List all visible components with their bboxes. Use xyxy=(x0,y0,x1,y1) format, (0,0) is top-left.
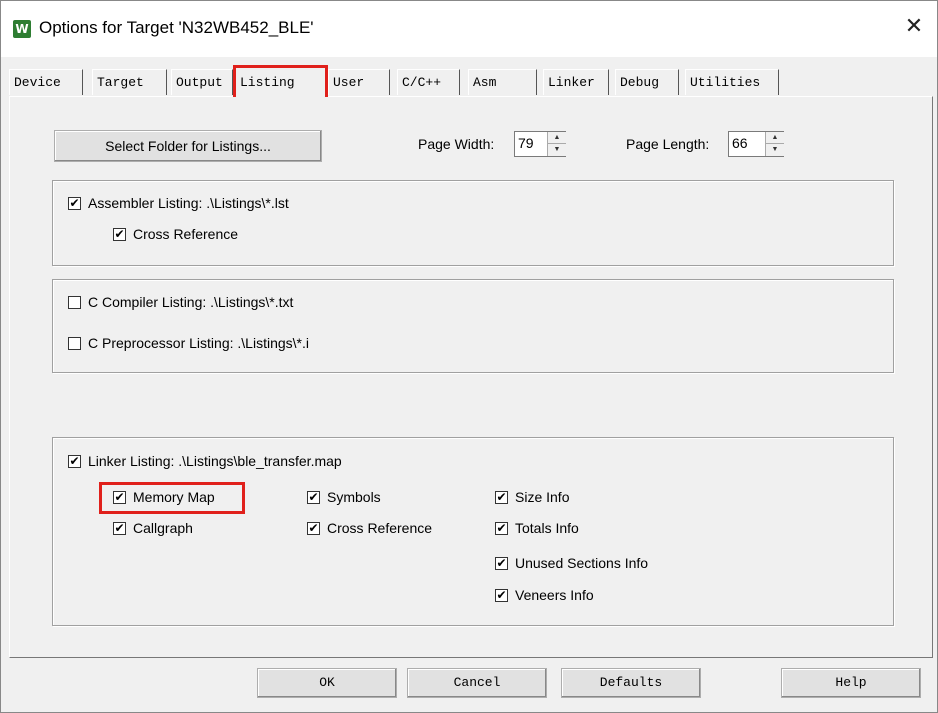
tab-debug[interactable]: Debug xyxy=(615,69,679,95)
page-width-spinner[interactable]: 79 ▲ ▼ xyxy=(514,131,566,157)
spin-down-icon[interactable]: ▼ xyxy=(548,144,566,156)
page-length-spinner[interactable]: 66 ▲ ▼ xyxy=(728,131,784,157)
checkbox-checked-icon[interactable]: ✔ xyxy=(307,522,320,535)
tab-strip: Device Target Output Listing User C/C++ … xyxy=(9,65,933,97)
listing-panel: Select Folder for Listings... Page Width… xyxy=(9,96,933,658)
page-width-label: Page Width: xyxy=(418,136,495,152)
tab-device[interactable]: Device xyxy=(9,69,83,95)
checkbox-checked-icon[interactable]: ✔ xyxy=(495,522,508,535)
app-icon: W xyxy=(13,20,31,38)
defaults-button[interactable]: Defaults xyxy=(561,668,701,698)
checkbox-checked-icon[interactable]: ✔ xyxy=(307,491,320,504)
checkbox-checked-icon[interactable]: ✔ xyxy=(113,522,126,535)
page-length-label: Page Length: xyxy=(626,136,710,152)
linker-cross-reference-label: Cross Reference xyxy=(327,520,433,536)
title-bar[interactable]: W Options for Target 'N32WB452_BLE' ✕ xyxy=(1,1,937,57)
checkbox-checked-icon[interactable]: ✔ xyxy=(495,491,508,504)
totals-info-label: Totals Info xyxy=(515,520,579,536)
select-folder-button[interactable]: Select Folder for Listings... xyxy=(54,130,322,162)
spin-up-icon[interactable]: ▲ xyxy=(548,132,566,144)
spin-down-icon[interactable]: ▼ xyxy=(766,144,784,156)
checkbox-checked-icon[interactable]: ✔ xyxy=(68,455,81,468)
close-icon[interactable]: ✕ xyxy=(901,13,927,41)
veneers-info-label: Veneers Info xyxy=(515,587,594,603)
memory-map-label: Memory Map xyxy=(133,489,215,505)
assembler-cross-reference-label: Cross Reference xyxy=(133,226,239,242)
tab-listing[interactable]: Listing xyxy=(233,65,328,97)
size-info-label: Size Info xyxy=(515,489,570,505)
linker-listing-label: Linker Listing: .\Listings\ble_transfer.… xyxy=(88,453,342,469)
checkbox-checked-icon[interactable]: ✔ xyxy=(113,228,126,241)
linker-group: ✔ Linker Listing: .\Listings\ble_transfe… xyxy=(52,437,894,626)
ok-button[interactable]: OK xyxy=(257,668,397,698)
page-width-value[interactable]: 79 xyxy=(518,135,534,151)
checkbox-checked-icon[interactable]: ✔ xyxy=(113,491,126,504)
tab-output[interactable]: Output xyxy=(171,69,233,95)
window-title: Options for Target 'N32WB452_BLE' xyxy=(39,18,314,37)
assembler-group: ✔ Assembler Listing: .\Listings\*.lst ✔ … xyxy=(52,180,894,266)
tab-linker[interactable]: Linker xyxy=(543,69,609,95)
c-preprocessor-listing-label: C Preprocessor Listing: .\Listings\*.i xyxy=(88,335,309,351)
assembler-listing-label: Assembler Listing: .\Listings\*.lst xyxy=(88,195,289,211)
callgraph-label: Callgraph xyxy=(133,520,193,536)
tab-utilities[interactable]: Utilities xyxy=(685,69,779,95)
checkbox-checked-icon[interactable]: ✔ xyxy=(495,557,508,570)
checkbox-checked-icon[interactable]: ✔ xyxy=(68,197,81,210)
checkbox-unchecked-icon[interactable] xyxy=(68,337,81,350)
page-width-spin-buttons[interactable]: ▲ ▼ xyxy=(547,132,566,156)
checkbox-unchecked-icon[interactable] xyxy=(68,296,81,309)
help-button[interactable]: Help xyxy=(781,668,921,698)
tab-asm[interactable]: Asm xyxy=(468,69,537,95)
unused-sections-info-label: Unused Sections Info xyxy=(515,555,649,571)
cancel-button[interactable]: Cancel xyxy=(407,668,547,698)
tab-c-cpp[interactable]: C/C++ xyxy=(397,69,460,95)
dialog-button-bar: OK Cancel Defaults Help xyxy=(1,662,937,712)
checkbox-checked-icon[interactable]: ✔ xyxy=(495,589,508,602)
page-length-value[interactable]: 66 xyxy=(732,135,748,151)
page-length-spin-buttons[interactable]: ▲ ▼ xyxy=(765,132,784,156)
c-compiler-group: C Compiler Listing: .\Listings\*.txt C P… xyxy=(52,279,894,373)
symbols-label: Symbols xyxy=(327,489,381,505)
options-dialog: W Options for Target 'N32WB452_BLE' ✕ De… xyxy=(0,0,938,713)
tab-target[interactable]: Target xyxy=(92,69,167,95)
c-compiler-listing-label: C Compiler Listing: .\Listings\*.txt xyxy=(88,294,294,310)
tab-user[interactable]: User xyxy=(328,69,390,95)
spin-up-icon[interactable]: ▲ xyxy=(766,132,784,144)
